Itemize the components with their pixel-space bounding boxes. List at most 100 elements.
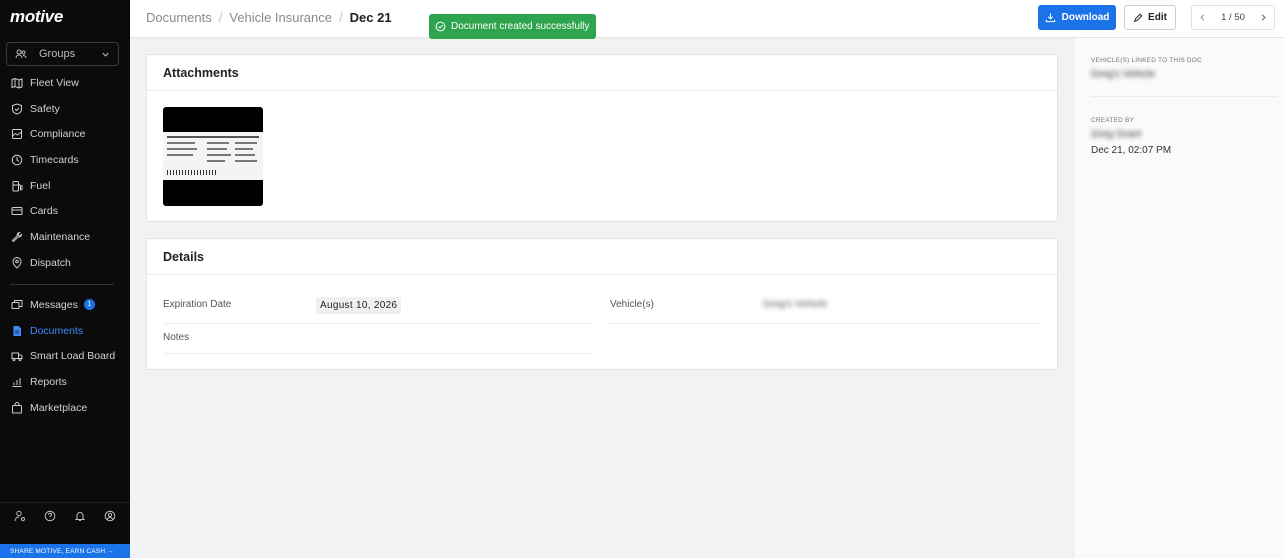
sidebar-item-label: Fuel	[30, 179, 51, 192]
breadcrumb-documents[interactable]: Documents	[146, 10, 212, 25]
sidebar-item-marketplace[interactable]: Marketplace	[0, 395, 130, 421]
sidebar-bottom-icons	[0, 510, 130, 522]
sidebar-item-label: Safety	[30, 102, 60, 115]
notes-label-text: Notes	[163, 332, 190, 343]
document-info-panel: VEHICLE(S) LINKED TO THIS DOC Greg's Veh…	[1073, 38, 1284, 558]
chevron-left-icon[interactable]	[1198, 13, 1207, 22]
details-card: Details Expiration Date August 10, 2026 …	[146, 238, 1058, 370]
expiration-date-value: August 10, 2026	[316, 297, 402, 314]
groups-label: Groups	[39, 48, 76, 60]
row-divider	[610, 323, 1040, 324]
created-at-value: Dec 21, 02:07 PM	[1091, 145, 1172, 156]
nav-divider	[10, 284, 114, 285]
attachments-card: Attachments	[146, 54, 1058, 222]
groups-dropdown[interactable]: Groups	[6, 42, 119, 66]
card-icon	[11, 207, 23, 216]
messages-icon	[11, 299, 23, 309]
sidebar-item-fleet-view[interactable]: Fleet View	[0, 70, 130, 96]
bell-icon[interactable]	[74, 510, 86, 522]
help-icon[interactable]	[44, 510, 56, 522]
wrench-icon	[11, 231, 23, 243]
pencil-icon	[1133, 13, 1143, 22]
sidebar-item-smart-load-board[interactable]: Smart Load Board	[0, 343, 130, 369]
document-pager: 1 / 50	[1191, 5, 1275, 30]
vehicles-label-text: Vehicle(s)	[610, 299, 654, 310]
sidebar-item-safety[interactable]: Safety	[0, 96, 130, 122]
download-label: Download	[1061, 12, 1110, 23]
attachment-thumbnail[interactable]	[163, 107, 263, 206]
account-icon[interactable]	[104, 510, 116, 522]
sidebar-item-label: Messages	[30, 298, 78, 311]
details-title: Details	[147, 239, 1057, 275]
sidebar-item-label: Timecards	[30, 153, 79, 166]
notes-label: Notes	[163, 332, 189, 343]
chevron-down-icon	[102, 52, 109, 57]
secondary-nav: Messages 1 Documents Smart Load Board Re…	[0, 292, 130, 420]
edit-button[interactable]: Edit	[1124, 5, 1176, 30]
check-circle-icon	[435, 21, 446, 32]
sidebar-item-label: Documents	[30, 324, 84, 337]
attachments-title: Attachments	[147, 55, 1057, 91]
created-by-label: CREATED BY	[1091, 117, 1135, 124]
sidebar-item-compliance[interactable]: Compliance	[0, 121, 130, 147]
sidebar-item-label: Compliance	[30, 128, 86, 141]
primary-nav: Fleet View Safety Compliance Timecards F…	[0, 70, 130, 276]
created-by-value: Greg Grant	[1091, 129, 1142, 140]
document-icon	[13, 325, 21, 336]
sidebar-item-documents[interactable]: Documents	[0, 318, 130, 344]
sidebar: motive Groups Fleet View Safety Complian…	[0, 0, 130, 558]
pager-position: 1 / 50	[1221, 12, 1245, 23]
sidebar-item-label: Dispatch	[30, 256, 71, 269]
reports-icon	[12, 377, 22, 387]
shield-icon	[12, 103, 22, 115]
sidebar-item-label: Reports	[30, 375, 67, 388]
bag-icon	[12, 401, 22, 414]
row-divider	[163, 323, 593, 324]
breadcrumb-separator: /	[218, 10, 223, 25]
sidebar-item-cards[interactable]: Cards	[0, 198, 130, 224]
messages-count-badge: 1	[83, 299, 95, 311]
groups-icon	[15, 49, 27, 59]
sidebar-item-messages[interactable]: Messages 1	[0, 292, 130, 318]
chevron-right-icon[interactable]	[1259, 13, 1268, 22]
panel-divider	[1091, 96, 1277, 97]
breadcrumb-current: Dec 21	[349, 10, 392, 25]
sidebar-item-maintenance[interactable]: Maintenance	[0, 224, 130, 250]
fuel-icon	[12, 180, 23, 192]
sidebar-item-fuel[interactable]: Fuel	[0, 173, 130, 199]
sidebar-item-label: Marketplace	[30, 401, 88, 414]
breadcrumb-separator: /	[339, 10, 343, 25]
clock-icon	[11, 154, 23, 166]
document-preview	[163, 132, 263, 180]
success-toast: Document created successfully	[429, 14, 596, 39]
sidebar-item-label: Fleet View	[30, 76, 79, 89]
breadcrumb: Documents / Vehicle Insurance / Dec 21	[146, 10, 392, 25]
vehicles-value: Greg's Vehicle	[763, 299, 827, 310]
user-settings-icon[interactable]	[14, 510, 26, 522]
breadcrumb-vehicle-insurance[interactable]: Vehicle Insurance	[229, 10, 332, 25]
sidebar-item-label: Cards	[30, 205, 59, 218]
motive-logo[interactable]: motive	[10, 7, 63, 27]
top-bar: Documents / Vehicle Insurance / Dec 21 D…	[130, 0, 1284, 38]
download-button[interactable]: Download	[1038, 5, 1116, 30]
compliance-icon	[12, 129, 22, 140]
vehicles-value-text: Greg's Vehicle	[763, 299, 828, 310]
truck-icon	[11, 352, 23, 362]
dispatch-icon	[12, 256, 22, 269]
map-icon	[11, 77, 23, 89]
edit-label: Edit	[1148, 12, 1167, 23]
sidebar-item-reports[interactable]: Reports	[0, 369, 130, 395]
linked-vehicles-value: Greg's Vehicle	[1091, 69, 1156, 80]
vehicles-label: Vehicle(s)	[610, 299, 654, 310]
sidebar-item-timecards[interactable]: Timecards	[0, 147, 130, 173]
sidebar-item-label: Smart Load Board	[30, 350, 116, 363]
sidebar-item-dispatch[interactable]: Dispatch	[0, 250, 130, 276]
toast-message: Document created successfully	[451, 21, 590, 32]
linked-vehicles-label: VEHICLE(S) LINKED TO THIS DOC	[1091, 57, 1202, 64]
expiration-date-label: Expiration Date	[163, 299, 231, 310]
sidebar-bottom-divider	[0, 502, 130, 503]
expiration-date-chip: August 10, 2026	[316, 297, 402, 314]
sidebar-item-label: Maintenance	[30, 230, 91, 243]
share-motive-banner[interactable]: SHARE MOTIVE, EARN CASH →	[0, 544, 130, 558]
expiration-date-label-text: Expiration Date	[163, 299, 232, 310]
